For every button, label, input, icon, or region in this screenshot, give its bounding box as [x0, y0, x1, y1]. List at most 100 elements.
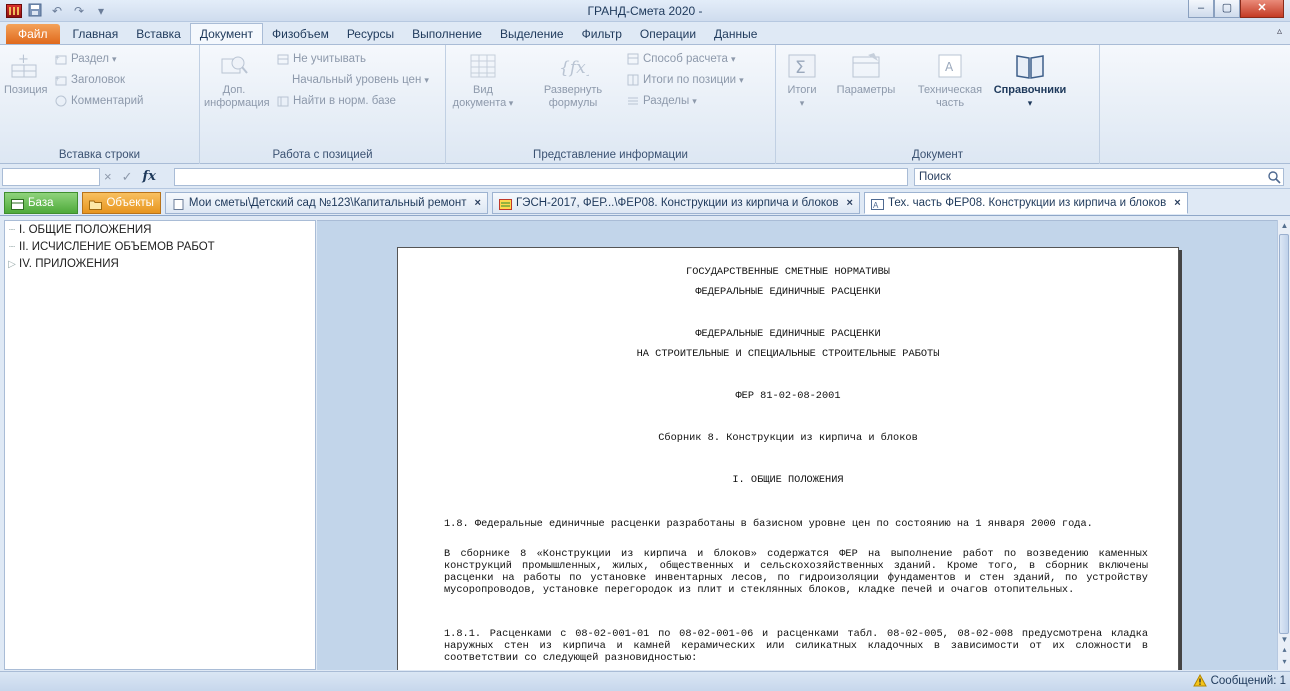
- extra-info-label-1: Доп.: [222, 84, 246, 96]
- cancel-icon[interactable]: ×: [104, 168, 112, 186]
- tab-resources[interactable]: Ресурсы: [338, 24, 403, 44]
- tab-filter[interactable]: Фильтр: [573, 24, 631, 44]
- minimize-button[interactable]: –: [1188, 0, 1214, 18]
- parameters-button[interactable]: Параметры: [832, 51, 900, 97]
- document-view-label-2: документа: [452, 97, 507, 109]
- search-placeholder: Поиск: [919, 171, 951, 183]
- tab-home[interactable]: Главная: [64, 24, 128, 44]
- position-button[interactable]: + Позиция: [4, 51, 48, 97]
- tech-part-button[interactable]: A Техническая часть: [912, 51, 988, 110]
- tab-physical-volume[interactable]: Физобъем: [263, 24, 338, 44]
- tab-estimate-label: Мои сметы\Детский сад №123\Капитальный р…: [188, 196, 467, 209]
- parameters-label: Параметры: [836, 84, 896, 96]
- tab-gesn[interactable]: ГЭСН-2017, ФЕР...\ФЕР08. Конструкции из …: [491, 191, 860, 214]
- close-icon[interactable]: ×: [847, 193, 853, 213]
- document-page: ГОСУДАРСТВЕННЫЕ СМЕТНЫЕ НОРМАТИВЫ ФЕДЕРА…: [397, 247, 1179, 670]
- messages-indicator[interactable]: Сообщений: 1: [1192, 673, 1286, 687]
- doc-heading-3: ФЕДЕРАЛЬНЫЕ ЕДИНИЧНЫЕ РАСЦЕНКИ: [695, 328, 881, 340]
- tab-file[interactable]: Файл: [6, 24, 60, 44]
- tab-insert[interactable]: Вставка: [127, 24, 190, 44]
- document-viewer[interactable]: ГОСУДАРСТВЕННЫЕ СМЕТНЫЕ НОРМАТИВЫ ФЕДЕРА…: [317, 220, 1277, 670]
- search-input[interactable]: Поиск: [914, 168, 1284, 186]
- calc-method-button[interactable]: Способ расчета ▾: [626, 50, 735, 68]
- price-level-button[interactable]: Начальный уровень цен ▾: [292, 71, 429, 89]
- scroll-thumb[interactable]: [1279, 234, 1289, 634]
- fx-icon[interactable]: fx: [143, 168, 156, 186]
- ribbon: + Позиция + Раздел ▾ + Заголовок Коммента…: [0, 44, 1290, 164]
- document-view-label-1: Вид: [473, 84, 493, 96]
- messages-count: Сообщений: 1: [1210, 674, 1286, 687]
- tab-data[interactable]: Данные: [705, 24, 766, 44]
- sections-button[interactable]: Разделы ▾: [626, 92, 697, 110]
- accept-icon[interactable]: ✓: [122, 168, 133, 186]
- tab-gesn-label: ГЭСН-2017, ФЕР...\ФЕР08. Конструкции из …: [515, 196, 839, 209]
- tab-document[interactable]: Документ: [189, 23, 264, 44]
- group-work-position-label: Работа с позицией: [272, 149, 373, 161]
- tab-operations[interactable]: Операции: [631, 24, 705, 44]
- status-bar: Сообщений: 1: [0, 671, 1290, 691]
- ribbon-tabs: Файл Главная Вставка Документ Физобъем Р…: [0, 22, 1290, 44]
- formula-bar: × ✓ fx Поиск: [0, 165, 1290, 189]
- tree-item[interactable]: ┈ II. ИСЧИСЛЕНИЕ ОБЪЕМОВ РАБОТ: [5, 241, 215, 253]
- tree-item[interactable]: ┈ I. ОБЩИЕ ПОЛОЖЕНИЯ: [5, 224, 152, 236]
- group-view-info-label: Представление информации: [533, 149, 688, 161]
- prev-page-icon[interactable]: ▴: [1278, 644, 1290, 656]
- tab-estimate[interactable]: Мои сметы\Детский сад №123\Капитальный р…: [164, 191, 488, 214]
- position-label: Позиция: [4, 84, 48, 96]
- book-icon: [1014, 51, 1046, 81]
- calc-method-label: Способ расчета: [643, 53, 728, 65]
- tree-item[interactable]: ▷ IV. ПРИЛОЖЕНИЯ: [5, 258, 119, 270]
- tech-part-icon: A: [934, 51, 966, 81]
- extra-info-button[interactable]: Доп. информация: [204, 51, 270, 110]
- svg-text:+: +: [55, 53, 60, 62]
- document-view-button[interactable]: Вид документа ▾: [452, 51, 514, 110]
- save-icon[interactable]: [26, 3, 44, 19]
- comment-icon: [54, 94, 68, 108]
- reference-button[interactable]: Справочники ▾: [992, 51, 1068, 110]
- comment-button[interactable]: Комментарий: [54, 92, 143, 110]
- warning-icon: [1192, 673, 1207, 687]
- close-icon[interactable]: ×: [1174, 193, 1180, 213]
- doc-paragraph: 1.8.1. Расценками с 08-02-001-01 по 08-0…: [444, 628, 1148, 664]
- find-base-button[interactable]: Найти в норм. базе: [276, 92, 396, 110]
- doc-paragraph: В сборнике 8 «Конструкции из кирпича и б…: [444, 548, 1148, 596]
- tech-part-label-1: Техническая: [917, 84, 983, 96]
- section-button[interactable]: + Раздел ▾: [54, 50, 117, 68]
- tab-execution[interactable]: Выполнение: [403, 24, 491, 44]
- totals-position-button[interactable]: Итоги по позиции ▾: [626, 71, 744, 89]
- tab-base[interactable]: База: [4, 191, 79, 214]
- ignore-button[interactable]: Не учитывать: [276, 50, 366, 68]
- close-icon[interactable]: ×: [475, 193, 481, 213]
- doc-section: I. ОБЩИЕ ПОЛОЖЕНИЯ: [732, 474, 844, 486]
- svg-text:Σ: Σ: [795, 58, 806, 78]
- expand-formulas-button[interactable]: {fx} Развернуть формулы: [538, 51, 608, 110]
- expand-arrow-icon[interactable]: ▷: [5, 259, 19, 270]
- ribbon-collapse-icon[interactable]: ▵: [1277, 26, 1282, 37]
- redo-icon[interactable]: ↷: [70, 3, 88, 19]
- undo-icon[interactable]: ↶: [48, 3, 66, 19]
- tab-tech-part[interactable]: A Тех. часть ФЕР08. Конструкции из кирпи…: [863, 191, 1188, 214]
- window-title: ГРАНД-Смета 2020 -: [587, 4, 703, 18]
- doc-heading-1: ГОСУДАРСТВЕННЫЕ СМЕТНЫЕ НОРМАТИВЫ: [686, 266, 890, 278]
- app-icon[interactable]: [6, 3, 22, 18]
- doc-collection: Сборник 8. Конструкции из кирпича и блок…: [658, 432, 918, 444]
- customize-qat-icon[interactable]: ▾: [92, 3, 110, 19]
- totals-button[interactable]: Σ Итоги ▾: [780, 51, 824, 110]
- tab-selection[interactable]: Выделение: [491, 24, 573, 44]
- next-page-icon[interactable]: ▾: [1278, 656, 1290, 668]
- heading-button[interactable]: + Заголовок: [54, 71, 125, 89]
- group-insert-row-label: Вставка строки: [58, 149, 141, 161]
- name-box[interactable]: [2, 168, 100, 186]
- maximize-button[interactable]: ▢: [1214, 0, 1240, 18]
- scroll-up-icon[interactable]: ▲: [1278, 220, 1290, 232]
- tab-tech-part-label: Тех. часть ФЕР08. Конструкции из кирпича…: [887, 196, 1167, 209]
- search-icon[interactable]: [1267, 170, 1281, 184]
- tab-objects[interactable]: Объекты: [82, 191, 161, 214]
- formula-input[interactable]: [174, 168, 908, 186]
- expand-formulas-label-1: Развернуть: [543, 84, 603, 96]
- group-document: Σ Итоги ▾ Параметры A Техническая часть С…: [776, 45, 1100, 164]
- vertical-scrollbar[interactable]: ▲ ▼ ▴ ▾: [1277, 220, 1290, 670]
- tree-connector: ┈: [8, 241, 16, 253]
- close-button[interactable]: ✕: [1240, 0, 1284, 18]
- tree-item-label: IV. ПРИЛОЖЕНИЯ: [19, 258, 119, 270]
